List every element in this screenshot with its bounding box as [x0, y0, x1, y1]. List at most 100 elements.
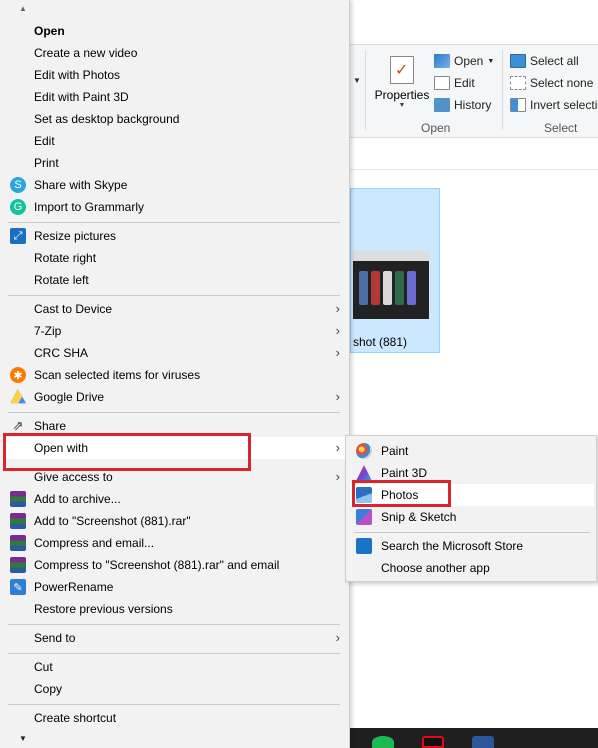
menu-item-resize-pictures[interactable]: ⤢ Resize pictures	[4, 225, 346, 247]
menu-item-label: Edit with Photos	[34, 68, 121, 82]
scroll-down-icon[interactable]: ▼	[19, 734, 27, 743]
menu-item-crc-sha[interactable]: CRC SHA ›	[4, 342, 346, 364]
winrar-icon	[10, 513, 26, 529]
open-with-submenu: Paint Paint 3D Photos Snip & Sketch Sear…	[345, 435, 597, 582]
menu-item-add-to-archive[interactable]: Add to archive...	[4, 488, 346, 510]
menu-item-label: Send to	[34, 631, 76, 645]
menu-separator	[8, 222, 340, 223]
history-icon	[434, 98, 450, 112]
menu-item-edit-with-photos[interactable]: Edit with Photos	[4, 64, 346, 86]
menu-item-label: Scan selected items for viruses	[34, 368, 201, 382]
submenu-item-choose-another-app[interactable]: Choose another app	[350, 557, 594, 579]
chevron-right-icon: ›	[335, 389, 340, 404]
menu-item-label: Restore previous versions	[34, 602, 173, 616]
submenu-item-search-store[interactable]: Search the Microsoft Store	[350, 535, 594, 557]
menu-item-label: Share	[34, 419, 67, 433]
menu-item-restore-previous-versions[interactable]: Restore previous versions	[4, 598, 346, 620]
properties-icon	[390, 56, 414, 84]
menu-item-label: Edit with Paint 3D	[34, 90, 129, 104]
menu-item-compress-to-rar-and-email[interactable]: Compress to "Screenshot (881).rar" and e…	[4, 554, 346, 576]
menu-item-share-with-skype[interactable]: S Share with Skype	[4, 174, 346, 196]
thumbnail-phone	[371, 271, 380, 305]
menu-separator	[8, 412, 340, 413]
ribbon-open-button[interactable]: Open ▼	[434, 51, 494, 71]
select-none-button[interactable]: Select none	[510, 73, 593, 93]
invert-selection-button[interactable]: Invert selection	[510, 95, 598, 115]
menu-item-label: Give access to	[34, 470, 113, 484]
menu-item-rotate-left[interactable]: Rotate left	[4, 269, 346, 291]
word-icon[interactable]	[472, 736, 494, 748]
context-menu: ▲ Open Create a new video Edit with Phot…	[0, 0, 350, 748]
menu-separator	[8, 295, 340, 296]
avast-icon: ✱	[10, 367, 26, 383]
menu-item-label: Create shortcut	[34, 711, 117, 725]
thumbnail-phone	[395, 271, 404, 305]
photos-highlight-box	[352, 480, 451, 507]
chevron-down-icon: ▼	[398, 102, 406, 109]
menu-item-google-drive[interactable]: Google Drive ›	[4, 386, 346, 408]
menu-item-create-new-video[interactable]: Create a new video	[4, 42, 346, 64]
submenu-item-snip-sketch[interactable]: Snip & Sketch	[350, 506, 594, 528]
winrar-icon	[10, 535, 26, 551]
resize-pictures-icon: ⤢	[10, 228, 26, 244]
file-item-selected[interactable]: shot (881)	[350, 188, 440, 353]
menu-item-cast-to-device[interactable]: Cast to Device ›	[4, 298, 346, 320]
ribbon-edit-button[interactable]: Edit	[434, 73, 475, 93]
menu-item-open[interactable]: Open	[4, 20, 346, 42]
menu-item-print[interactable]: Print	[4, 152, 346, 174]
menu-item-label: Set as desktop background	[34, 112, 180, 126]
ribbon-history-button[interactable]: History	[434, 95, 491, 115]
menu-item-7zip[interactable]: 7-Zip ›	[4, 320, 346, 342]
menu-item-label: 7-Zip	[34, 324, 62, 338]
paint-3d-icon	[356, 465, 372, 481]
open-group-label: Open	[421, 121, 451, 135]
menu-item-label: Rotate left	[34, 273, 89, 287]
menu-item-send-to[interactable]: Send to ›	[4, 627, 346, 649]
chevron-right-icon: ›	[335, 345, 340, 360]
open-icon	[434, 54, 450, 68]
grammarly-icon: G	[10, 199, 26, 215]
menu-item-label: Google Drive	[34, 390, 105, 404]
edit-icon	[434, 76, 450, 90]
chevron-right-icon: ›	[335, 440, 340, 455]
menu-item-import-to-grammarly[interactable]: G Import to Grammarly	[4, 196, 346, 218]
file-thumbnail	[353, 251, 429, 319]
menu-item-label: Compress to "Screenshot (881).rar" and e…	[34, 558, 280, 572]
open-with-highlight-box	[3, 433, 251, 471]
address-bar[interactable]	[350, 148, 598, 170]
menu-separator	[8, 624, 340, 625]
chevron-right-icon: ›	[335, 469, 340, 484]
menu-item-scan-viruses[interactable]: ✱ Scan selected items for viruses	[4, 364, 346, 386]
winrar-icon	[10, 557, 26, 573]
winrar-icon	[10, 491, 26, 507]
thumbnail-phone	[407, 271, 416, 305]
submenu-item-paint[interactable]: Paint	[350, 440, 594, 462]
menu-separator	[8, 653, 340, 654]
menu-item-add-to-rar[interactable]: Add to "Screenshot (881).rar"	[4, 510, 346, 532]
menu-item-label: Compress and email...	[34, 536, 155, 550]
menu-item-edit-with-paint-3d[interactable]: Edit with Paint 3D	[4, 86, 346, 108]
scroll-up-icon[interactable]: ▲	[19, 4, 27, 13]
thumbnail-phone	[383, 271, 392, 305]
share-icon: ⇗	[12, 418, 24, 433]
ribbon-separator	[502, 50, 503, 130]
menu-item-label: Edit	[34, 134, 55, 148]
properties-label: Properties	[374, 88, 430, 102]
menu-item-rotate-right[interactable]: Rotate right	[4, 247, 346, 269]
menu-item-edit[interactable]: Edit	[4, 130, 346, 152]
menu-item-compress-and-email[interactable]: Compress and email...	[4, 532, 346, 554]
select-all-button[interactable]: Select all	[510, 51, 579, 71]
menu-item-copy[interactable]: Copy	[4, 678, 346, 700]
netflix-icon[interactable]	[422, 736, 444, 748]
menu-item-set-desktop-background[interactable]: Set as desktop background	[4, 108, 346, 130]
menu-item-cut[interactable]: Cut	[4, 656, 346, 678]
menu-item-powerrename[interactable]: ✎ PowerRename	[4, 576, 346, 598]
select-all-icon	[510, 54, 526, 68]
menu-item-label: Cast to Device	[34, 302, 113, 316]
properties-button[interactable]: Properties ▼	[372, 52, 432, 114]
menu-item-create-shortcut[interactable]: Create shortcut	[4, 707, 346, 729]
ribbon-edit-label: Edit	[454, 76, 475, 90]
ribbon-dropdown-arrow[interactable]: ▼	[353, 76, 361, 85]
chevron-right-icon: ›	[335, 323, 340, 338]
spotify-icon[interactable]	[372, 736, 394, 748]
